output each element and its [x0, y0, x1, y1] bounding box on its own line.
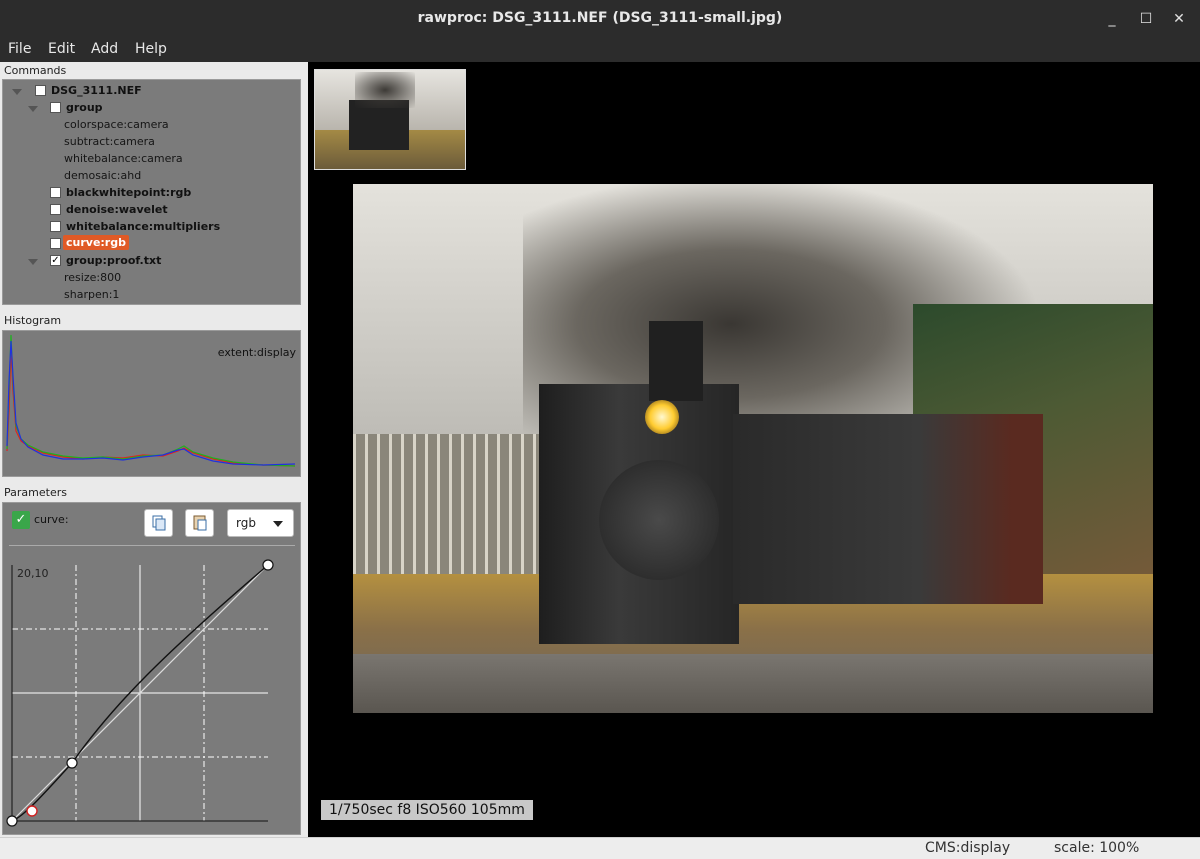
tree-item-dsg[interactable]: DSG_3111.NEF — [51, 84, 142, 97]
menu-help[interactable]: Help — [135, 41, 167, 57]
paste-button[interactable] — [185, 509, 214, 537]
photo-smokebox — [599, 460, 719, 580]
main-photo — [353, 184, 1153, 713]
image-viewer[interactable]: 1/750sec f8 ISO560 105mm — [308, 62, 1200, 837]
close-button[interactable]: ✕ — [1169, 9, 1189, 29]
tree-item-group[interactable]: group — [66, 101, 103, 114]
photo-tracks — [353, 654, 1153, 713]
tree-item-denoise[interactable]: denoise:wavelet — [66, 203, 168, 216]
minimize-button[interactable]: _ — [1102, 9, 1122, 29]
title-bar: rawproc: DSG_3111.NEF (DSG_3111-small.jp… — [0, 0, 1200, 38]
window-title: rawproc: DSG_3111.NEF (DSG_3111-small.jp… — [417, 10, 783, 26]
tree-item-subtract[interactable]: subtract:camera — [64, 135, 155, 148]
checkbox-whitebalance-multipliers[interactable] — [50, 221, 61, 232]
tree-item-sharpen[interactable]: sharpen:1 — [64, 288, 119, 301]
histogram-panel: extent:display — [2, 330, 301, 477]
channel-select[interactable]: rgb — [227, 509, 294, 537]
thumb-smoke — [355, 72, 415, 108]
commands-tree[interactable]: DSG_3111.NEF group colorspace:camera sub… — [2, 79, 301, 305]
scale-status: scale: 100% — [1054, 840, 1140, 856]
tree-item-whitebalance-camera[interactable]: whitebalance:camera — [64, 152, 183, 165]
curve-point[interactable] — [66, 757, 78, 769]
expand-arrow-icon[interactable] — [28, 106, 38, 112]
copy-button[interactable] — [144, 509, 173, 537]
exif-info: 1/750sec f8 ISO560 105mm — [321, 800, 533, 820]
commands-label: Commands — [4, 64, 67, 77]
menu-add[interactable]: Add — [91, 41, 118, 57]
checkbox-blackwhitepoint[interactable] — [50, 187, 61, 198]
tree-item-whitebalance-multipliers[interactable]: whitebalance:multipliers — [66, 220, 220, 233]
curve-point[interactable] — [6, 815, 18, 827]
curve-editor[interactable] — [3, 545, 300, 835]
tree-item-demosaic[interactable]: demosaic:ahd — [64, 169, 141, 182]
parameters-label: Parameters — [4, 486, 67, 499]
checkbox-proof-checked[interactable]: ✓ — [50, 255, 61, 266]
chevron-down-icon — [273, 521, 283, 527]
checkbox-denoise[interactable] — [50, 204, 61, 215]
curve-point[interactable] — [262, 559, 274, 571]
photo-smokestack — [649, 321, 703, 401]
tree-item-resize[interactable]: resize:800 — [64, 271, 121, 284]
checkbox-group[interactable] — [50, 102, 61, 113]
menu-edit[interactable]: Edit — [48, 41, 75, 57]
tree-item-colorspace[interactable]: colorspace:camera — [64, 118, 169, 131]
menu-bar: File Edit Add Help — [0, 38, 1200, 62]
maximize-button[interactable]: ☐ — [1136, 9, 1156, 29]
histogram-graph — [6, 334, 296, 467]
copy-icon — [152, 515, 166, 531]
tree-item-curve[interactable]: curve:rgb — [63, 235, 129, 250]
selected-item-label: curve:rgb — [63, 235, 129, 250]
tree-item-blackwhitepoint[interactable]: blackwhitepoint:rgb — [66, 186, 191, 199]
left-pane: Commands DSG_3111.NEF group colorspace:c… — [0, 62, 308, 837]
paste-icon — [193, 515, 207, 531]
thumbnail[interactable] — [314, 69, 466, 170]
photo-headlight — [645, 400, 679, 434]
curve-label: curve: — [34, 513, 69, 526]
expand-arrow-icon[interactable] — [28, 259, 38, 265]
menu-file[interactable]: File — [8, 41, 31, 57]
checkbox-dsg[interactable] — [35, 85, 46, 96]
histogram-label: Histogram — [4, 314, 62, 327]
expand-arrow-icon[interactable] — [12, 89, 22, 95]
tree-item-group-proof[interactable]: group:proof.txt — [66, 254, 161, 267]
status-bar: CMS:display scale: 100% — [0, 837, 1200, 859]
checkbox-curve[interactable] — [50, 238, 61, 249]
parameters-panel: ✓ curve: rgb 20,10 — [2, 502, 301, 835]
photo-train-cars — [733, 414, 1043, 604]
cms-status: CMS:display — [925, 840, 1011, 856]
curve-enable-checkbox[interactable]: ✓ — [12, 511, 30, 529]
curve-point-selected[interactable] — [26, 805, 38, 817]
channel-select-value: rgb — [236, 516, 256, 530]
